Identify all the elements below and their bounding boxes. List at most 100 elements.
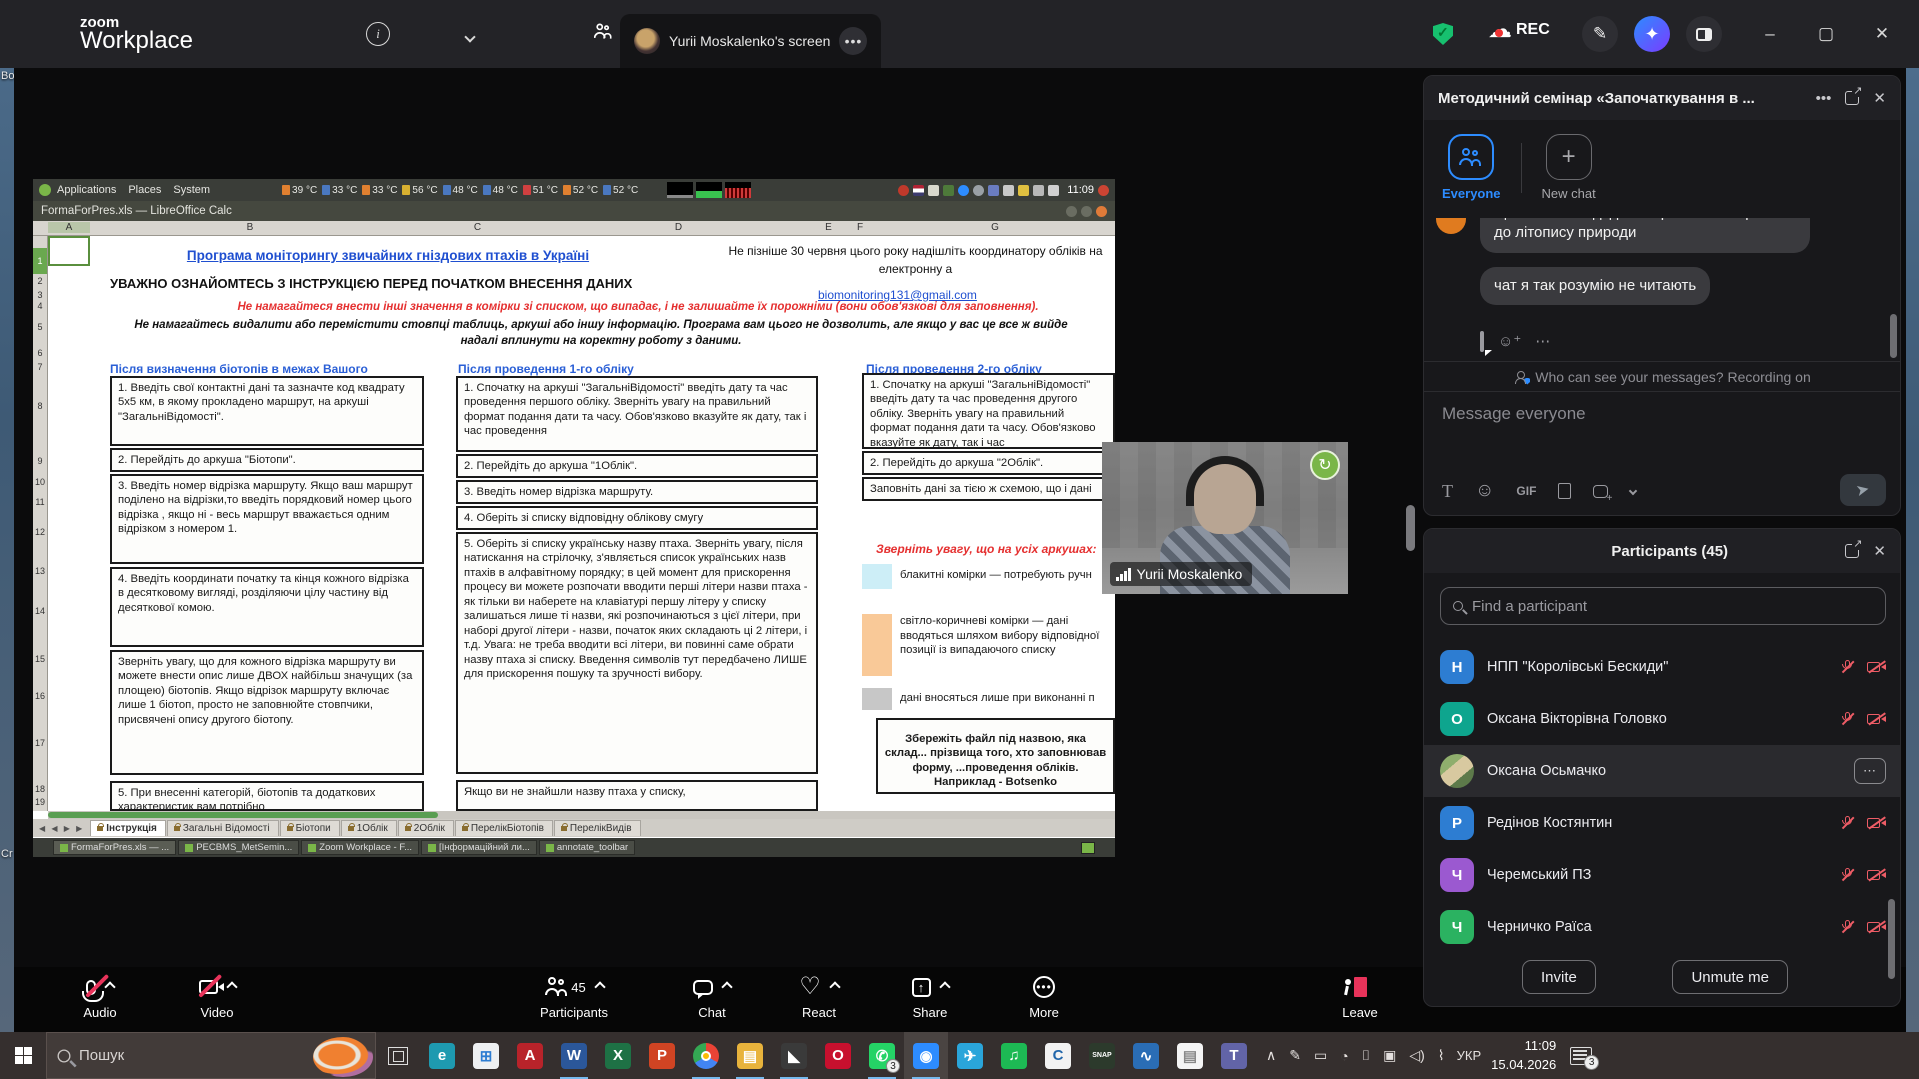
taskbar-app-edge[interactable]: e	[420, 1032, 464, 1079]
row-header[interactable]: 15	[33, 654, 47, 664]
mic-off-icon[interactable]	[1841, 659, 1855, 676]
distro-menu-icon[interactable]	[39, 184, 51, 196]
panel-resize-handle[interactable]	[1406, 505, 1415, 551]
row-header[interactable]: 12	[33, 527, 47, 537]
column-header[interactable]: C	[410, 222, 545, 233]
sheet-nav-arrows[interactable]: ◀ ◀ ▶ ▶	[33, 824, 90, 833]
privacy-row[interactable]: Who can see your messages? Recording on	[1424, 361, 1901, 391]
meeting-info-chevron-icon[interactable]	[466, 28, 474, 46]
taskbar-app-snap[interactable]: SNAP	[1080, 1032, 1124, 1079]
display-icon[interactable]: ▣	[1383, 1047, 1396, 1064]
participant-row[interactable]: ННПП "Королівські Бескиди"	[1424, 641, 1901, 693]
bell-tray-icon[interactable]	[1018, 185, 1029, 196]
participant-row[interactable]: РРедінов Костянтин	[1424, 797, 1901, 849]
taskbar-app-zoom[interactable]: ◉	[904, 1032, 948, 1079]
annotate-pencil-button[interactable]: ✎	[1582, 16, 1618, 52]
sheet-title-link[interactable]: Програма моніторингу звичайних гніздових…	[108, 248, 668, 263]
linux-menu-item[interactable]: Applications	[57, 184, 116, 196]
linux-window-button[interactable]: Zoom Workplace - F...	[301, 840, 419, 855]
volume-tray-icon[interactable]	[1048, 185, 1059, 196]
cherry-tray-icon[interactable]	[898, 185, 909, 196]
participant-row[interactable]: Оксана Осьмачко⋯	[1424, 745, 1901, 797]
video-off-icon[interactable]	[1867, 660, 1886, 674]
minimize-button[interactable]: –	[1750, 24, 1790, 44]
lo-close-icon[interactable]	[1096, 206, 1107, 217]
bluetooth-icon[interactable]	[988, 185, 999, 196]
taskbar-app-opera[interactable]: O	[816, 1032, 860, 1079]
more-actions-icon[interactable]: ⋯	[1535, 332, 1550, 350]
emoji-icon[interactable]: ☺	[1475, 480, 1494, 502]
sheet-tab-2Облік[interactable]: 2Облік	[398, 820, 454, 836]
wifi-tray-icon[interactable]	[1003, 185, 1014, 196]
row-header[interactable]: 5	[33, 322, 47, 332]
taskbar-app-notepad[interactable]: ▤	[1168, 1032, 1212, 1079]
linux-menu-item[interactable]: Places	[128, 184, 161, 196]
format-text-icon[interactable]: T	[1442, 481, 1453, 502]
participants-close-icon[interactable]: ✕	[1873, 542, 1886, 560]
display-tray-icon[interactable]	[1033, 185, 1044, 196]
taskbar-app-word[interactable]: W	[552, 1032, 596, 1079]
notifications-button[interactable]: 3	[1570, 1047, 1592, 1065]
row-header[interactable]: 9	[33, 456, 47, 466]
send-button[interactable]: ➤	[1840, 474, 1886, 506]
lo-maximize-icon[interactable]	[1081, 206, 1092, 217]
participants-popout-icon[interactable]	[1845, 544, 1859, 558]
taskbar-app-ms-store[interactable]: ⊞	[464, 1032, 508, 1079]
row-header[interactable]: 4	[33, 301, 47, 311]
row-header[interactable]: 14	[33, 606, 47, 616]
participants-scrollbar[interactable]	[1888, 899, 1895, 979]
linux-window-button[interactable]: FormaForPres.xls — ...	[53, 840, 176, 855]
clipboard-tray-icon[interactable]	[928, 185, 939, 196]
side-panel-toggle-button[interactable]	[1686, 16, 1722, 52]
mic-off-icon[interactable]	[1841, 867, 1855, 884]
row-header[interactable]: 1	[33, 248, 47, 274]
tray-expand-icon[interactable]: ∧	[1266, 1047, 1276, 1064]
selected-cell-a1[interactable]	[48, 236, 90, 266]
chevron-up-icon[interactable]	[829, 981, 840, 992]
reply-icon[interactable]	[1480, 333, 1484, 350]
chat-tab-new-chat[interactable]: + New chat	[1542, 134, 1596, 201]
chat-tab-everyone[interactable]: Everyone	[1442, 134, 1501, 201]
taskbar-app-telegram[interactable]: ✈	[948, 1032, 992, 1079]
taskbar-app-c-app[interactable]: C	[1036, 1032, 1080, 1079]
taskbar-app-powerpoint[interactable]: P	[640, 1032, 684, 1079]
chevron-up-icon[interactable]	[721, 981, 732, 992]
us-flag-icon[interactable]	[913, 185, 924, 196]
invite-button[interactable]: Invite	[1522, 960, 1596, 994]
chat-scrollbar[interactable]	[1890, 314, 1897, 358]
sheet-tab-1Облік[interactable]: 1Облік	[341, 820, 397, 836]
sheet-tab-ПерелікВидів[interactable]: ПерелікВидів	[554, 820, 641, 836]
video-off-icon[interactable]	[1867, 920, 1886, 934]
column-header[interactable]: G	[875, 222, 1115, 233]
language-indicator[interactable]: УКР	[1457, 1048, 1482, 1063]
lo-minimize-icon[interactable]	[1066, 206, 1077, 217]
control-more[interactable]: •••More	[1002, 974, 1086, 1020]
column-headers[interactable]: ABCDEFG	[33, 221, 1115, 236]
volume-icon[interactable]: ◁)	[1409, 1047, 1424, 1064]
video-off-icon[interactable]	[1867, 868, 1886, 882]
sheet-tab-Біотопи[interactable]: Біотопи	[280, 820, 340, 836]
row-header[interactable]: 3	[33, 290, 47, 300]
row-header[interactable]: 2	[33, 276, 47, 286]
row-headers[interactable]: 12345678910111213141516171819	[33, 236, 48, 811]
chat-messages-area[interactable]: щоб ви могли додати отримані матеріали д…	[1424, 218, 1901, 361]
control-chat[interactable]: Chat	[670, 974, 754, 1020]
pen-icon[interactable]: ✎	[1289, 1047, 1301, 1064]
headset-icon[interactable]: ◔	[1340, 1048, 1348, 1064]
chat-more-icon[interactable]: •••	[1816, 90, 1832, 107]
sheet-tab-Інструкція[interactable]: Інструкція	[90, 820, 166, 836]
settings-tray-icon[interactable]	[973, 185, 984, 196]
participants-list[interactable]: ННПП "Королівські Бескиди"ООксана Віктор…	[1424, 641, 1901, 959]
close-button[interactable]: ✕	[1862, 24, 1902, 44]
row-header[interactable]: 8	[33, 401, 47, 411]
chevron-up-icon[interactable]	[226, 981, 237, 992]
taskbar-app-excel[interactable]: X	[596, 1032, 640, 1079]
zoom-tray-icon[interactable]	[958, 185, 969, 196]
control-share[interactable]: ↑Share	[888, 974, 972, 1020]
spreadsheet-grid[interactable]: Програма моніторингу звичайних гніздових…	[48, 236, 1115, 811]
row-header[interactable]: 18	[33, 784, 47, 794]
taskbar-app-file-explorer[interactable]: ▤	[728, 1032, 772, 1079]
column-header[interactable]: D	[545, 222, 812, 233]
email-link[interactable]: biomonitoring131@gmail.com	[818, 288, 977, 302]
attach-file-icon[interactable]	[1558, 483, 1571, 499]
